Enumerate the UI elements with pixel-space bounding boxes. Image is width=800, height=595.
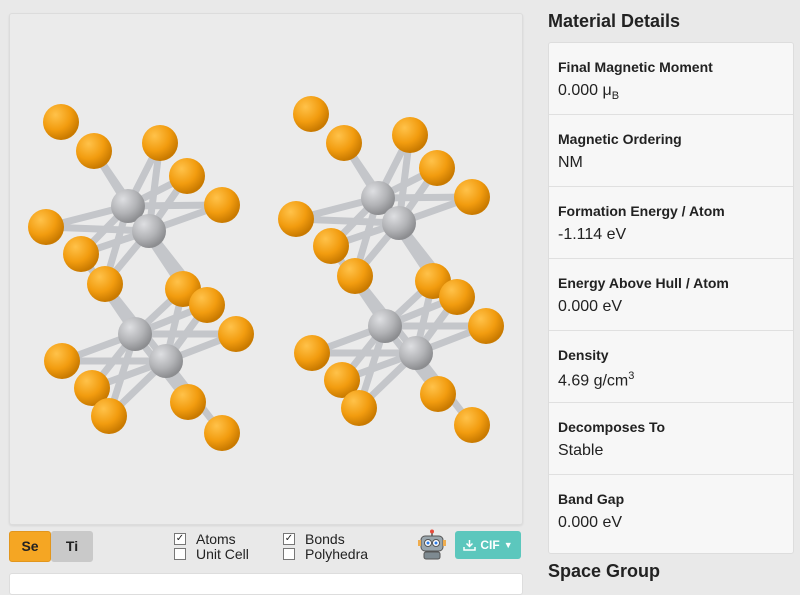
material-details-title: Material Details xyxy=(548,11,681,31)
ti-atom xyxy=(149,344,183,378)
se-atom xyxy=(91,398,127,434)
polyhedra-option[interactable]: Polyhedra xyxy=(283,546,368,562)
se-atom xyxy=(454,407,490,443)
bonds-option[interactable]: ✓ Bonds xyxy=(283,531,345,547)
unit-cell-option[interactable]: Unit Cell xyxy=(174,546,249,562)
detail-density: Density 4.69 g/cm3 xyxy=(549,331,793,403)
se-atom xyxy=(189,287,225,323)
polyhedra-checkbox[interactable] xyxy=(283,548,295,560)
detail-value: 4.69 g/cm3 xyxy=(558,370,635,390)
ti-atom xyxy=(399,336,433,370)
se-atom xyxy=(63,236,99,272)
detail-value: NM xyxy=(558,154,583,171)
polyhedra-label: Polyhedra xyxy=(305,546,369,562)
se-atom xyxy=(142,125,178,161)
atoms-layer xyxy=(28,96,504,451)
se-atom xyxy=(218,316,254,352)
viewer-controls: Se Ti ✓ Atoms Unit Cell ✓ Bonds Polyhedr… xyxy=(9,529,524,563)
se-atom xyxy=(169,158,205,194)
cif-label: CIF xyxy=(480,538,500,552)
se-atom xyxy=(439,279,475,315)
se-atom xyxy=(43,104,79,140)
element-toggle-ti[interactable]: Ti xyxy=(51,531,93,562)
detail-formation-energy: Formation Energy / Atom -1.114 eV xyxy=(549,187,793,259)
atoms-option[interactable]: ✓ Atoms xyxy=(174,531,236,547)
se-atom xyxy=(170,384,206,420)
detail-label: Formation Energy / Atom xyxy=(558,203,725,219)
detail-label: Final Magnetic Moment xyxy=(558,59,713,75)
bonds-label: Bonds xyxy=(305,531,345,547)
unit-cell-checkbox[interactable] xyxy=(174,548,186,560)
se-atom xyxy=(468,308,504,344)
detail-band-gap: Band Gap 0.000 eV xyxy=(549,475,793,547)
detail-value: Stable xyxy=(558,442,604,459)
se-atom xyxy=(454,179,490,215)
robot-icon[interactable] xyxy=(418,529,446,561)
element-toggle-se[interactable]: Se xyxy=(9,531,51,562)
caret-down-icon: ▼ xyxy=(503,540,513,550)
structure-canvas[interactable] xyxy=(10,14,522,524)
download-icon xyxy=(463,540,477,551)
detail-label: Energy Above Hull / Atom xyxy=(558,275,729,291)
se-atom xyxy=(420,376,456,412)
se-atom xyxy=(341,390,377,426)
se-atom xyxy=(87,266,123,302)
details-panel: Final Magnetic Moment 0.000 μB Magnetic … xyxy=(548,42,794,554)
cif-download-button[interactable]: CIF ▼ xyxy=(455,531,521,559)
se-atom xyxy=(44,343,80,379)
detail-label: Decomposes To xyxy=(558,419,666,435)
se-atom xyxy=(337,258,373,294)
unit-cell-label: Unit Cell xyxy=(196,546,249,562)
detail-value: -1.114 eV xyxy=(558,226,627,243)
structure-viewer[interactable] xyxy=(9,13,523,525)
detail-energy-above-hull: Energy Above Hull / Atom 0.000 eV xyxy=(549,259,793,331)
space-group-title: Space Group xyxy=(548,561,661,581)
se-atom xyxy=(313,228,349,264)
lower-panel xyxy=(9,573,523,595)
se-atom xyxy=(419,150,455,186)
se-atom xyxy=(204,187,240,223)
atoms-label: Atoms xyxy=(196,531,236,547)
detail-value: 0.000 eV xyxy=(558,514,623,531)
se-atom xyxy=(326,125,362,161)
ti-atom xyxy=(382,206,416,240)
bonds-checkbox[interactable]: ✓ xyxy=(283,533,295,545)
atoms-checkbox[interactable]: ✓ xyxy=(174,533,186,545)
detail-value: 0.000 eV xyxy=(558,298,623,315)
detail-magnetic-ordering: Magnetic Ordering NM xyxy=(549,115,793,187)
detail-decomposes-to: Decomposes To Stable xyxy=(549,403,793,475)
se-atom xyxy=(293,96,329,132)
se-atom xyxy=(278,201,314,237)
ti-atom xyxy=(118,317,152,351)
se-atom xyxy=(392,117,428,153)
se-atom xyxy=(28,209,64,245)
detail-label: Band Gap xyxy=(558,491,625,507)
se-atom xyxy=(76,133,112,169)
se-atom xyxy=(294,335,330,371)
ti-atom xyxy=(132,214,166,248)
ti-atom xyxy=(368,309,402,343)
detail-final-magnetic-moment: Final Magnetic Moment 0.000 μB xyxy=(549,43,793,115)
detail-label: Density xyxy=(558,347,609,363)
detail-label: Magnetic Ordering xyxy=(558,131,682,147)
se-atom xyxy=(204,415,240,451)
detail-value: 0.000 μB xyxy=(558,82,620,103)
material-sidebar: Material Details Final Magnetic Moment 0… xyxy=(546,0,800,587)
